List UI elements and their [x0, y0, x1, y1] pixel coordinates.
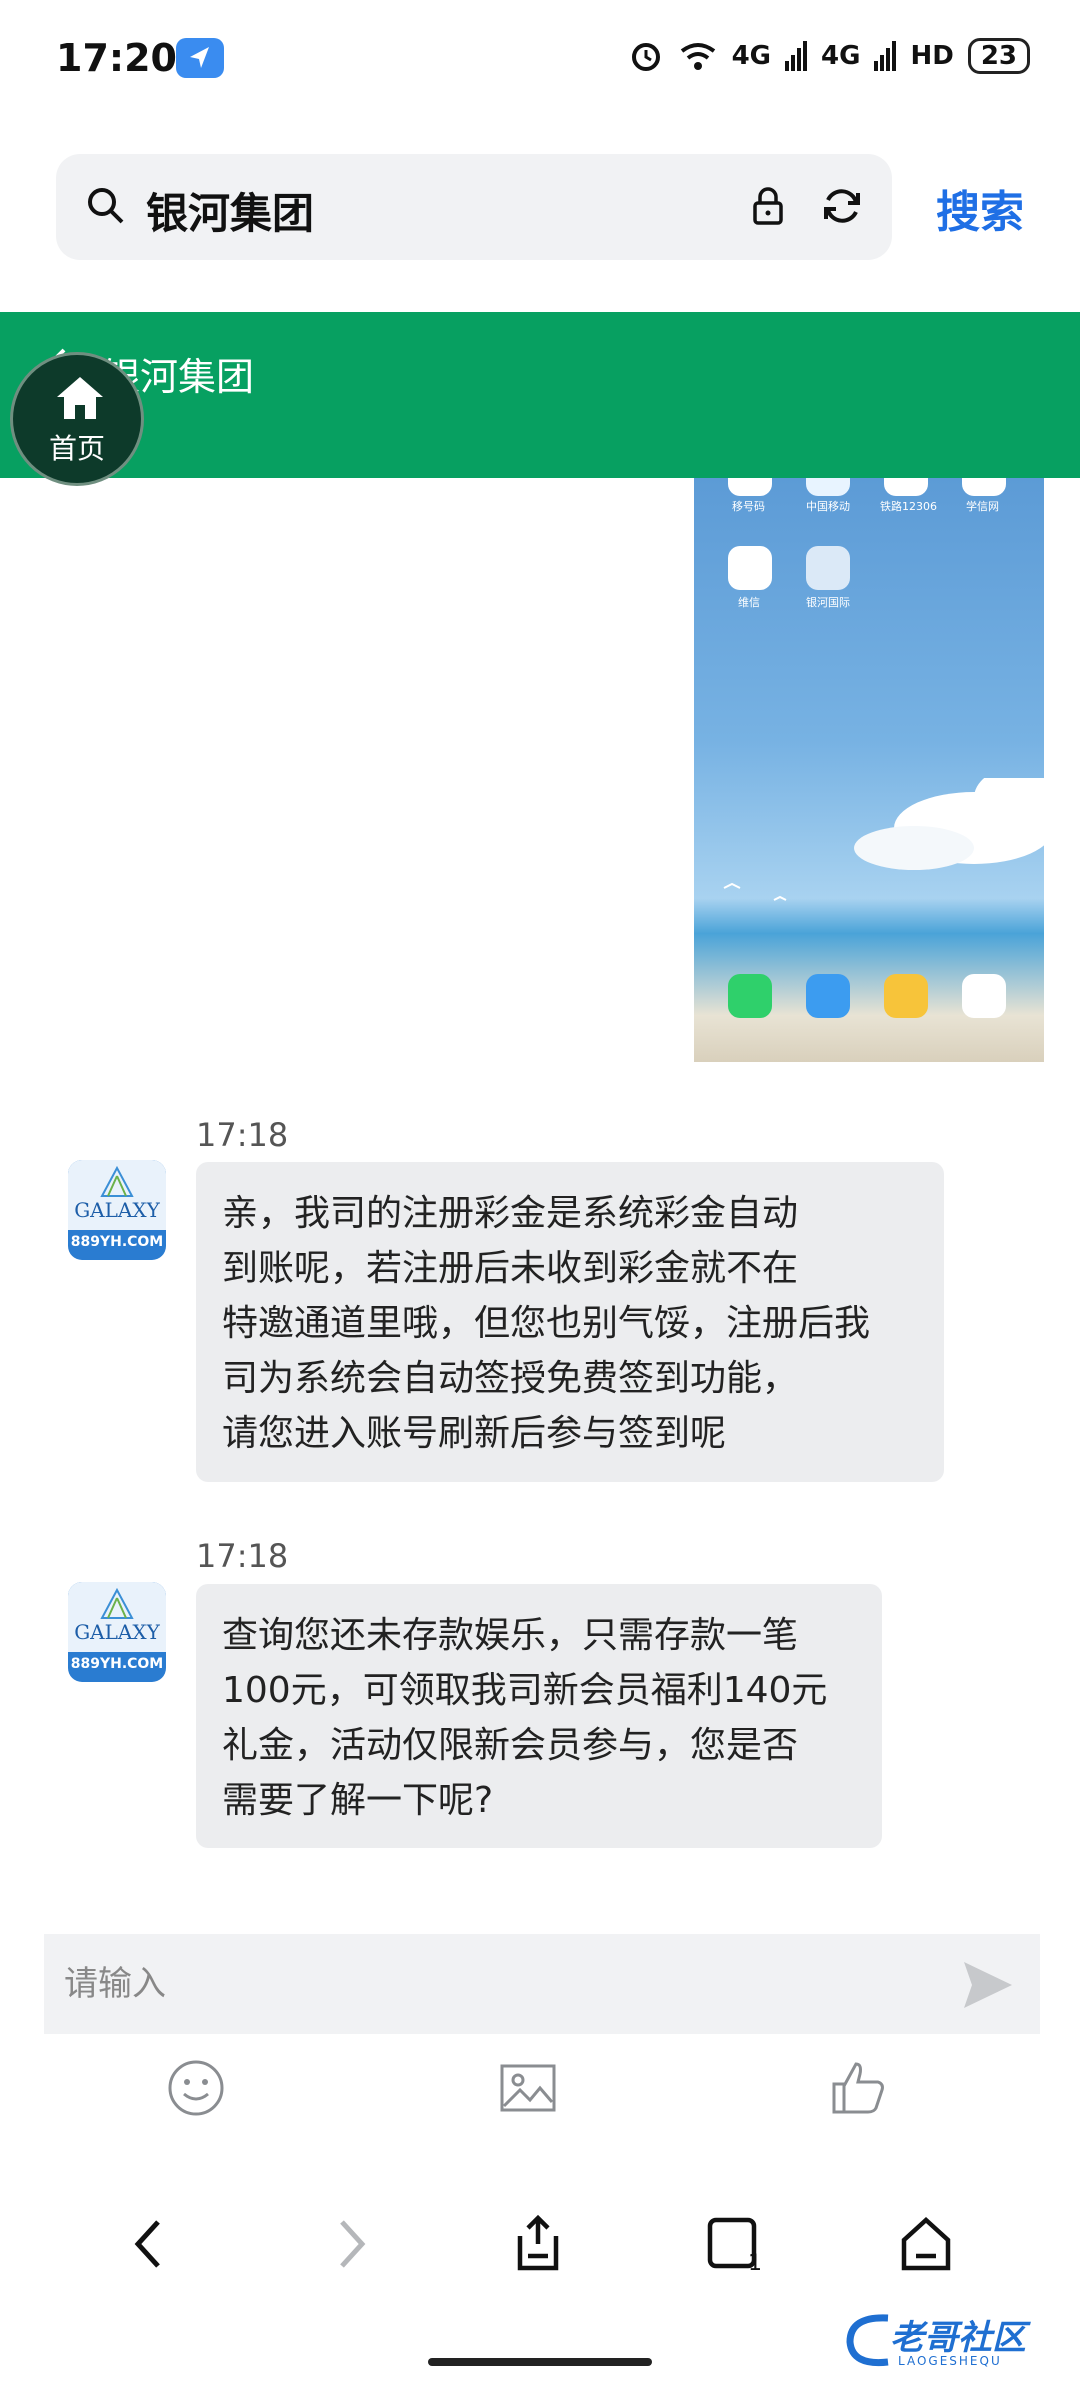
signal-2-label: 4G [821, 41, 861, 71]
app-icon [884, 478, 928, 496]
home-floating-button[interactable]: 首页 [10, 352, 144, 486]
app-label: 移号码 [732, 500, 765, 513]
watermark-title: 老哥社区 [890, 2318, 1026, 2358]
status-bar: 17:20 4G 4G HD 23 [0, 0, 1080, 120]
svg-text:1: 1 [748, 2251, 762, 2274]
screenshot-image[interactable]: 移号码 中国移动 铁路12306 学信网 维信 银河国际 [694, 478, 1044, 1062]
home-nav-icon[interactable] [896, 2214, 956, 2274]
avatar-name: GALAXY [74, 1620, 160, 1644]
avatar-domain: 889YH.COM [70, 1656, 164, 1672]
chat-header: 银河集团 [0, 312, 1080, 478]
share-icon[interactable] [508, 2214, 568, 2274]
battery-icon: 23 [967, 38, 1030, 74]
search-button[interactable]: 搜索 [936, 176, 1024, 240]
reload-icon[interactable] [818, 182, 866, 230]
avatar: GALAXY 889YH.COM [68, 1582, 166, 1682]
status-icons: 4G 4G HD 23 [628, 38, 1030, 74]
lock-icon[interactable] [746, 184, 790, 228]
app-icon [962, 478, 1006, 496]
messages-app-icon [884, 974, 928, 1018]
hd-label: HD [910, 41, 954, 71]
browser-app-icon [806, 974, 850, 1018]
watermark-subtitle: LAOGESHEQU [898, 2354, 1002, 2368]
watermark: 老哥社区 LAOGESHEQU [840, 2306, 1066, 2376]
signal-bars-icon [874, 41, 897, 71]
app-label: 维信 [738, 596, 760, 609]
browser-search-bar[interactable]: 银河集团 [56, 154, 892, 260]
wifi-icon [680, 43, 715, 70]
phone-app-icon [728, 974, 772, 1018]
app-label: 银河国际 [806, 596, 850, 609]
avatar: GALAXY 889YH.COM [68, 1160, 166, 1260]
search-query[interactable]: 银河集团 [146, 180, 314, 241]
message-bubble: 亲，我司的注册彩金是系统彩金自动 到账呢，若注册后未收到彩金就不在 特邀通道里哦… [196, 1162, 944, 1482]
tabs-icon[interactable]: 1 [704, 2214, 764, 2274]
galaxy-logo-icon [100, 1166, 134, 1197]
emoji-icon[interactable] [166, 2058, 226, 2118]
avatar-domain: 889YH.COM [70, 1234, 164, 1250]
gesture-handle[interactable] [428, 2358, 652, 2366]
nav-back-icon[interactable] [120, 2214, 180, 2274]
message-input-row [44, 1934, 1040, 2034]
app-icon [728, 546, 772, 590]
location-icon [176, 38, 224, 78]
app-label: 铁路12306 [880, 500, 937, 513]
app-icon [806, 546, 850, 590]
message-bubble: 查询您还未存款娱乐，只需存款一笔 100元，可领取我司新会员福利140元 礼金，… [196, 1584, 882, 1848]
galaxy-logo-icon [100, 1588, 134, 1619]
app-label: 学信网 [966, 500, 999, 513]
cloud-scenery [723, 778, 1044, 901]
app-icon [728, 478, 772, 496]
signal-1-label: 4G [731, 41, 772, 71]
signal-bars-icon [785, 41, 808, 71]
status-time: 17:20 [56, 36, 177, 80]
message-timestamp: 17:18 [196, 1116, 289, 1154]
camera-app-icon [962, 974, 1006, 1018]
image-icon[interactable] [498, 2058, 558, 2118]
send-icon[interactable] [960, 1958, 1016, 2012]
home-label: 首页 [48, 432, 105, 465]
app-icon [806, 478, 850, 496]
app-label: 中国移动 [806, 500, 850, 513]
thumbs-up-icon[interactable] [828, 2058, 888, 2118]
alarm-icon [631, 43, 660, 71]
message-input[interactable] [44, 1934, 944, 2034]
avatar-name: GALAXY [74, 1198, 160, 1222]
nav-forward-icon[interactable] [320, 2214, 380, 2274]
message-timestamp: 17:18 [196, 1537, 289, 1575]
search-icon [88, 188, 124, 224]
home-icon [57, 377, 103, 419]
